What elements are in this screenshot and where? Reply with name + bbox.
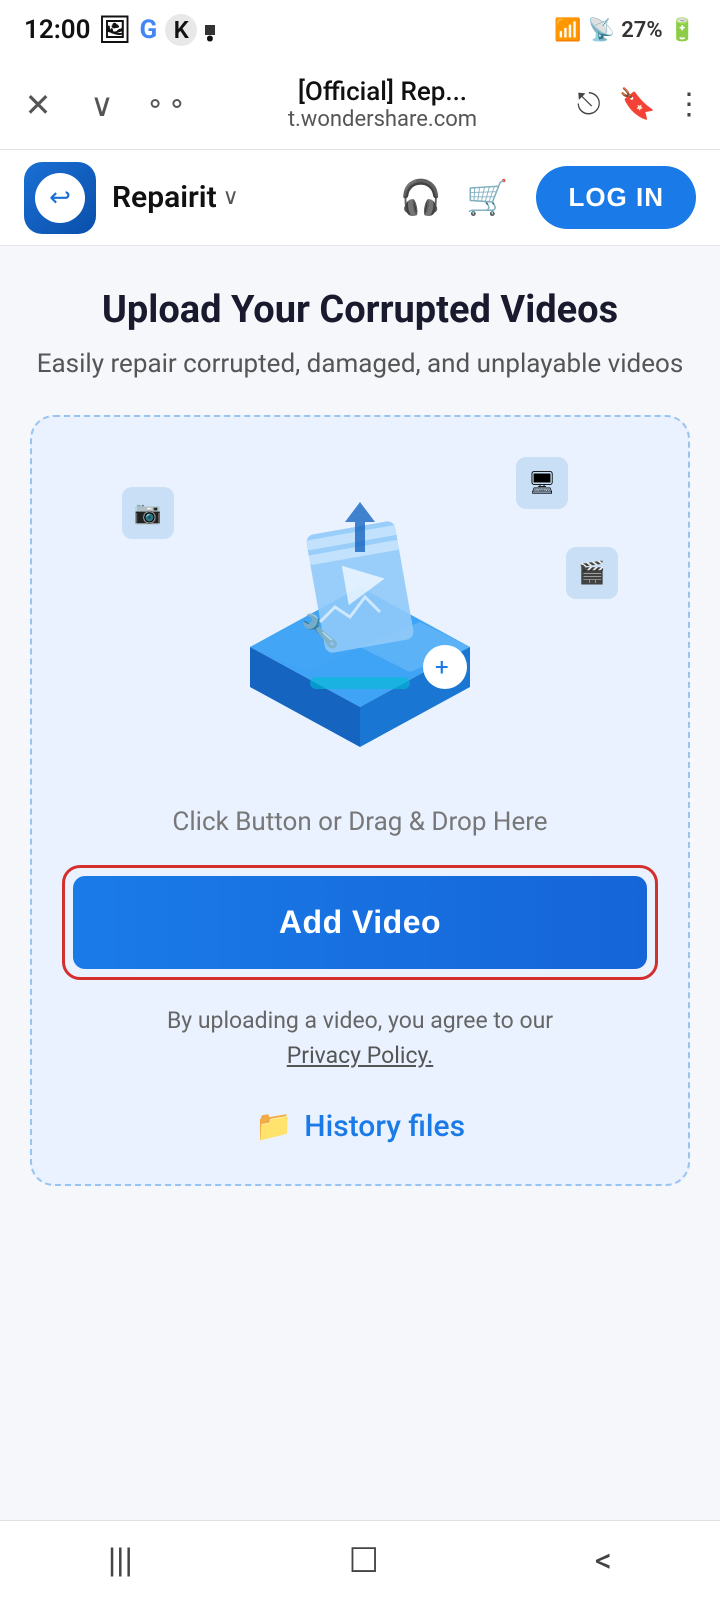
k-icon: K <box>165 14 197 46</box>
back-icon[interactable]: < <box>595 1541 612 1581</box>
nav-bar: ↩ Repairit ∨ 🎧 🛒 LOG IN <box>0 150 720 246</box>
brand-chevron-icon: ∨ <box>223 185 239 210</box>
float-camera-icon: 📷 <box>122 487 174 539</box>
browser-menu-icon[interactable]: ⋮ <box>674 87 704 122</box>
history-folder-icon: 📁 <box>255 1109 292 1144</box>
history-files-area[interactable]: 📁 History files <box>255 1109 465 1144</box>
browser-tabs-icon[interactable]: ⚬⚬ <box>144 90 188 120</box>
support-icon[interactable]: 🎧 <box>400 178 442 218</box>
browser-share-icon[interactable]: ⎋ <box>577 87 601 122</box>
brand-name: Repairit <box>112 180 217 215</box>
browser-close-icon[interactable]: ✕ <box>16 86 60 124</box>
battery-label: 27% <box>621 18 662 43</box>
page-subtitle: Easily repair corrupted, damaged, and un… <box>30 349 690 379</box>
gallery-icon: 🖼 <box>99 15 132 45</box>
browser-actions: ⎋ 🔖 ⋮ <box>577 87 704 122</box>
browser-bookmark-icon[interactable]: 🔖 <box>619 87 656 122</box>
float-video-icon: 🎬 <box>566 547 618 599</box>
upload-illustration: 🔧 + <box>200 467 520 767</box>
bottom-nav: ||| ☐ < <box>0 1520 720 1600</box>
signal-icon: 📡 <box>588 18 615 43</box>
wifi-icon: 📶 <box>554 18 581 43</box>
cart-icon[interactable]: 🛒 <box>466 178 508 218</box>
status-bar: 12:00 🖼 G K • 📶 📡 27% 🔋 <box>0 0 720 60</box>
upload-card: 📷 🖥 🎬 🔧 <box>30 415 690 1186</box>
page-title: Upload Your Corrupted Videos <box>30 286 690 335</box>
logo-arrow-icon: ↩ <box>49 183 71 213</box>
add-video-button[interactable]: Add Video <box>73 876 647 969</box>
recent-apps-icon[interactable]: ||| <box>108 1541 133 1581</box>
browser-url-area: [Official] Rep... t.wondershare.com <box>208 77 557 132</box>
add-video-wrapper: Add Video <box>62 865 658 980</box>
login-button[interactable]: LOG IN <box>536 166 696 229</box>
illustration-area: 📷 🖥 🎬 🔧 <box>62 447 658 787</box>
home-icon[interactable]: ☐ <box>349 1541 379 1581</box>
status-time: 12:00 <box>24 15 91 45</box>
browser-url-title: [Official] Rep... <box>298 77 467 107</box>
browser-url-domain: t.wondershare.com <box>288 107 477 132</box>
repairit-logo: ↩ <box>24 162 96 234</box>
google-icon: G <box>140 15 158 45</box>
float-screen-icon: 🖥 <box>516 457 568 509</box>
svg-text:🔧: 🔧 <box>300 612 340 650</box>
history-files-label: History files <box>304 1109 465 1144</box>
drag-drop-text: Click Button or Drag & Drop Here <box>172 807 547 837</box>
privacy-text: By uploading a video, you agree to our P… <box>167 1004 553 1073</box>
battery-icon: 🔋 <box>669 18 696 43</box>
browser-expand-icon[interactable]: ∨ <box>80 86 124 124</box>
svg-text:+: + <box>435 653 449 681</box>
privacy-policy-link[interactable]: Privacy Policy. <box>287 1042 433 1069</box>
dot-indicator: • <box>205 25 215 35</box>
browser-bar: ✕ ∨ ⚬⚬ [Official] Rep... t.wondershare.c… <box>0 60 720 150</box>
brand-name-area[interactable]: Repairit ∨ <box>112 180 239 215</box>
main-content: Upload Your Corrupted Videos Easily repa… <box>0 246 720 1520</box>
